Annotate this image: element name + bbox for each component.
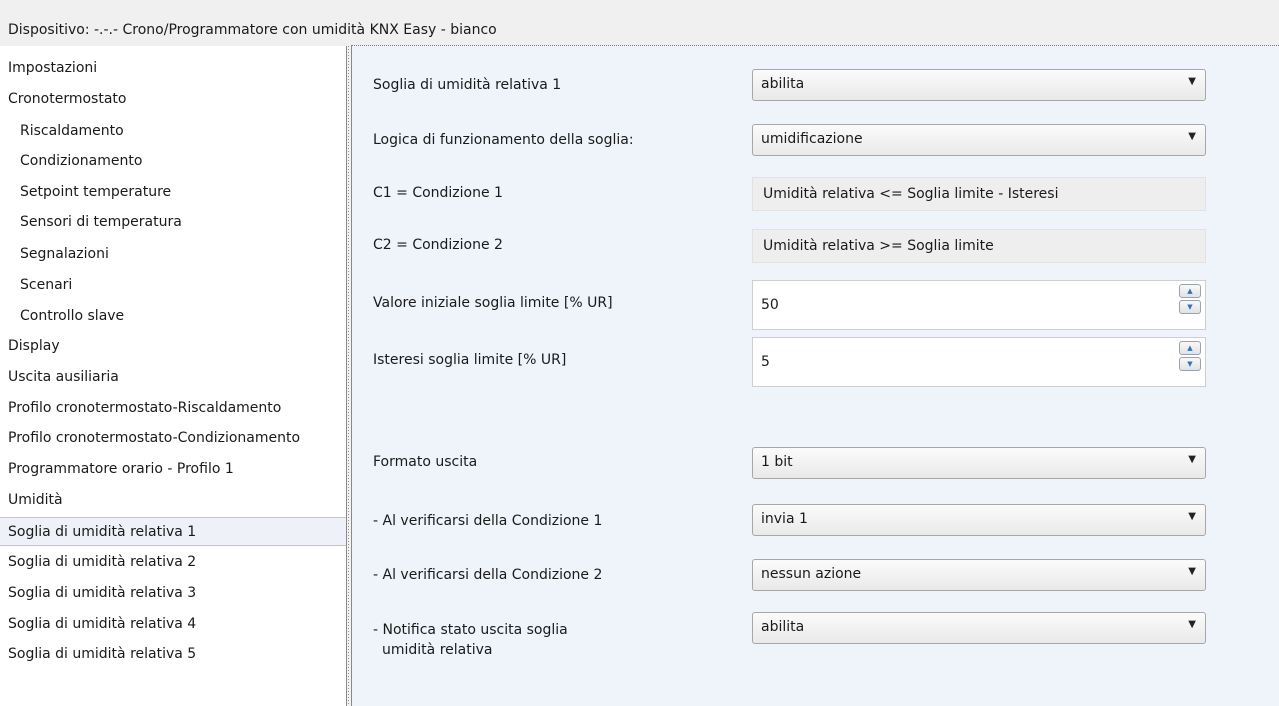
sidebar-item-riscaldamento[interactable]: Riscaldamento [0, 117, 346, 146]
condizione1-value: invia 1 [761, 511, 808, 527]
chevron-down-icon: ▼ [1188, 511, 1196, 522]
notifica-value: abilita [761, 619, 805, 635]
condizione1-label: - Al verificarsi della Condizione 1 [373, 513, 603, 529]
logica-value: umidificazione [761, 131, 863, 147]
condizione2-value: nessun azione [761, 566, 862, 582]
isteresi-label: Isteresi soglia limite [% UR] [373, 352, 567, 368]
chevron-down-icon: ▼ [1188, 454, 1196, 465]
notifica-label-line1: - Notifica stato uscita soglia [373, 622, 568, 638]
formato-uscita-value: 1 bit [761, 454, 793, 470]
valore-iniziale-label: Valore iniziale soglia limite [% UR] [373, 295, 613, 311]
formato-uscita-dropdown[interactable]: 1 bit ▼ [752, 447, 1206, 479]
isteresi-value: 5 [761, 354, 770, 370]
condizione2-dropdown[interactable]: nessun azione ▼ [752, 559, 1206, 591]
isteresi-spinbox[interactable]: 5 ▲ ▼ [752, 337, 1206, 387]
sidebar-item-soglia-5[interactable]: Soglia di umidità relativa 5 [0, 640, 346, 669]
sidebar-item-uscita-ausiliaria[interactable]: Uscita ausiliaria [0, 363, 346, 392]
sidebar-item-soglia-2[interactable]: Soglia di umidità relativa 2 [0, 548, 346, 577]
soglia-value: abilita [761, 76, 805, 92]
c2-readonly-field: Umidità relativa >= Soglia limite [752, 229, 1206, 263]
chevron-down-icon: ▼ [1188, 76, 1196, 87]
sidebar-item-profilo-condizionamento[interactable]: Profilo cronotermostato-Condizionamento [0, 424, 346, 453]
chevron-down-icon: ▼ [1188, 131, 1196, 142]
sidebar-item-setpoint-temperature[interactable]: Setpoint temperature [0, 178, 346, 207]
title-bar: Dispositivo: -.-.- Crono/Programmatore c… [0, 0, 1279, 46]
sidebar-item-profilo-riscaldamento[interactable]: Profilo cronotermostato-Riscaldamento [0, 394, 346, 423]
sidebar-tree: Impostazioni Cronotermostato Riscaldamen… [0, 46, 346, 706]
spin-up-icon[interactable]: ▲ [1179, 341, 1201, 355]
notifica-label-line2: umidità relativa [382, 642, 493, 658]
c1-label: C1 = Condizione 1 [373, 185, 503, 201]
logica-label: Logica di funzionamento della soglia: [373, 132, 634, 148]
c2-label: C2 = Condizione 2 [373, 237, 503, 253]
spin-down-icon[interactable]: ▼ [1179, 300, 1201, 314]
valore-iniziale-spinbox[interactable]: 50 ▲ ▼ [752, 280, 1206, 330]
sidebar-item-soglia-3[interactable]: Soglia di umidità relativa 3 [0, 579, 346, 608]
formato-uscita-label: Formato uscita [373, 454, 478, 470]
sidebar-item-controllo-slave[interactable]: Controllo slave [0, 302, 346, 331]
spin-up-icon[interactable]: ▲ [1179, 284, 1201, 298]
sidebar-item-segnalazioni[interactable]: Segnalazioni [0, 240, 346, 269]
sidebar-item-sensori-temperatura[interactable]: Sensori di temperatura [0, 208, 346, 237]
condizione1-dropdown[interactable]: invia 1 ▼ [752, 504, 1206, 536]
c2-value: Umidità relativa >= Soglia limite [763, 238, 994, 254]
device-title: Dispositivo: -.-.- Crono/Programmatore c… [8, 22, 497, 38]
valore-iniziale-value: 50 [761, 297, 779, 313]
soglia-dropdown[interactable]: abilita ▼ [752, 69, 1206, 101]
notifica-dropdown[interactable]: abilita ▼ [752, 612, 1206, 644]
sidebar-item-soglia-4[interactable]: Soglia di umidità relativa 4 [0, 610, 346, 639]
soglia-label: Soglia di umidità relativa 1 [373, 77, 562, 93]
sidebar-item-soglia-1[interactable]: Soglia di umidità relativa 1 [0, 517, 346, 546]
c1-value: Umidità relativa <= Soglia limite - Iste… [763, 186, 1059, 202]
chevron-down-icon: ▼ [1188, 566, 1196, 577]
c1-readonly-field: Umidità relativa <= Soglia limite - Iste… [752, 177, 1206, 211]
condizione2-label: - Al verificarsi della Condizione 2 [373, 567, 603, 583]
sidebar-item-umidita[interactable]: Umidità [0, 486, 346, 515]
sidebar-item-scenari[interactable]: Scenari [0, 271, 346, 300]
sidebar-item-condizionamento[interactable]: Condizionamento [0, 147, 346, 176]
sidebar-item-display[interactable]: Display [0, 332, 346, 361]
spin-down-icon[interactable]: ▼ [1179, 357, 1201, 371]
sidebar-item-impostazioni[interactable]: Impostazioni [0, 54, 346, 83]
sidebar-item-cronotermostato[interactable]: Cronotermostato [0, 85, 346, 114]
logica-dropdown[interactable]: umidificazione ▼ [752, 124, 1206, 156]
sidebar-item-programmatore-orario[interactable]: Programmatore orario - Profilo 1 [0, 455, 346, 484]
chevron-down-icon: ▼ [1188, 619, 1196, 630]
